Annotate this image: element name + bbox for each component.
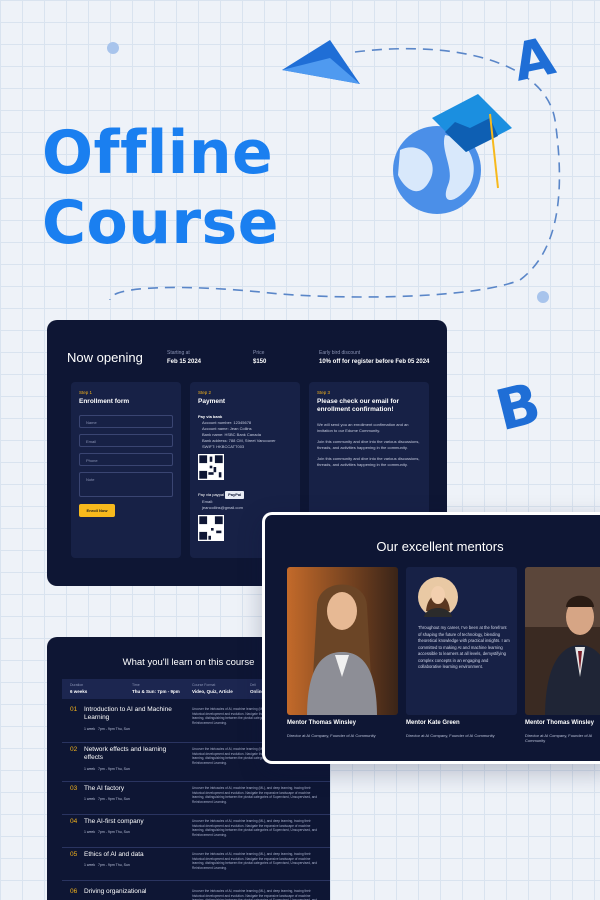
meta-discount: Early bird discount 10% off for register… [319,350,429,365]
mentor-photo [525,567,600,715]
dot-icon [107,42,119,54]
mentor-bio-card: Throughout my career, I've been at the f… [406,567,517,715]
mentor-name: Mentor Kate Green [406,720,460,726]
now-opening-heading: Now opening [67,350,143,365]
paypal-email: jeancollins@gmail.com [202,505,243,510]
meta-price: Price $150 [253,350,266,365]
lesson-number: 04 [70,818,78,825]
lesson-title: The AI-first company [84,818,144,825]
info-label: Course Format [192,683,216,687]
info-value: 6 weeks [70,689,88,694]
lesson-title: Ethics of AI and data [84,851,144,858]
meta-start: Starting at Feb 15 2024 [167,350,201,365]
step-label: Step 3 [317,390,331,395]
paper-plane-icon [282,40,360,84]
info-value: Video, Quiz, Article [192,689,233,694]
mentor-portrait-image [525,567,600,715]
lesson-description: Uncover the intricacies of AI, machine l… [192,852,318,870]
info-time: Time Thu & Sun: 7pm - 9pm [132,683,180,694]
lesson-meta: 1 week 7pm - 9pm Thu, Sun [84,797,130,801]
note-field[interactable]: Note [79,472,173,497]
paypal-row: Pay via paypal PayPal [198,491,292,499]
lesson-description: Uncover the intricacies of AI, machine l… [192,786,318,804]
mentors-title: Our excellent mentors [376,539,504,554]
lesson-row[interactable]: 04 The AI-first company 1 week 7pm - 9pm… [62,815,330,848]
meta-value: $150 [253,359,267,365]
info-label: Duration [70,683,84,687]
info-duration: Duration 6 weeks [70,683,87,694]
mentor-photo [287,567,398,715]
lesson-row[interactable]: 03 The AI factory 1 week 7pm - 9pm Thu, … [62,782,330,815]
lesson-title: Network effects and learning effects [84,746,167,761]
lesson-number: 05 [70,851,78,858]
lesson-meta: 1 week 7pm - 9pm Thu, Sun [84,727,130,731]
step-title: Payment [198,398,226,405]
qr-code-icon [198,454,224,480]
meta-label: Price [253,350,265,356]
lesson-meta: 1 week 7pm - 9pm Thu, Sun [84,863,130,867]
step-label: Step 2 [198,390,212,395]
meta-value: 10% off for register before Feb 05 2024 [319,359,430,365]
phone-field[interactable]: Phone [79,453,173,466]
hero-line-1: Offline [42,118,274,188]
lesson-row[interactable]: 06 Driving organizational Uncover the in… [62,885,330,900]
mentor-bio: Throughout my career, I've been at the f… [418,625,510,669]
hero-line-2: Course [42,188,279,258]
step-label: Step 1 [79,390,93,395]
step-title: Enrollment form [79,398,130,405]
mentor-role: Director at AI Company, Founder of AI Co… [406,733,495,738]
lesson-meta: 1 week 7pm - 9pm Thu, Sun [84,767,130,771]
dot-icon [537,291,549,303]
step-title: Please check our email for enrollment co… [317,398,400,413]
meta-label: Starting at [167,350,190,356]
mentor-role: Director at AI Company, Founder of AI Co… [287,733,376,738]
mentor-avatar [418,577,458,617]
lesson-title: Introduction to AI and Machine Learning [84,706,172,721]
lesson-description: Uncover the intricacies of AI, machine l… [192,819,318,837]
info-label: Time [132,683,140,687]
lesson-number: 03 [70,785,78,792]
lesson-number: 02 [70,746,78,753]
lesson-description: Uncover the intricacies of AI, machine l… [192,889,318,900]
step-paragraph: Join this community and dive into the va… [317,439,420,450]
qr-code-icon [198,515,224,541]
lesson-row[interactable]: 05 Ethics of AI and data 1 week 7pm - 9p… [62,848,330,881]
meta-value: Feb 15 2024 [167,359,202,365]
info-format: Course Format Video, Quiz, Article [192,683,233,694]
name-field[interactable]: Name [79,415,173,428]
meta-label: Early bird discount [319,350,361,356]
hero-title: Offline Course [42,118,279,258]
mentors-card: Our excellent mentors Mentor Thomas Wins… [262,512,600,764]
email-field[interactable]: Email [79,434,173,447]
paypal-title: Pay via paypal [198,492,225,497]
mentor-name: Mentor Thomas Winsley [525,720,594,726]
mentor-portrait-image [287,567,398,715]
step-enrollment-form: Step 1 Enrollment form Name Email Phone … [71,382,181,558]
enroll-now-button[interactable]: Enroll Now [79,504,115,517]
info-value: Thu & Sun: 7pm - 9pm [132,689,180,694]
lesson-number: 01 [70,706,78,713]
lesson-title: The AI factory [84,785,125,792]
lesson-title: Driving organizational [84,888,147,895]
lesson-number: 06 [70,888,78,895]
bank-line: SWIFT: HKBCCATT003 [202,444,245,449]
step-paragraph: We will send you an enrollment confirmat… [317,422,409,433]
mentor-name: Mentor Thomas Winsley [287,720,356,726]
step-paragraph: Join this community and dive into the va… [317,456,420,467]
lesson-meta: 1 week 7pm - 9pm Thu, Sun [84,830,130,834]
paypal-badge: PayPal [225,491,245,499]
mentor-role: Director at AI Company, Founder of AI Co… [525,733,593,743]
